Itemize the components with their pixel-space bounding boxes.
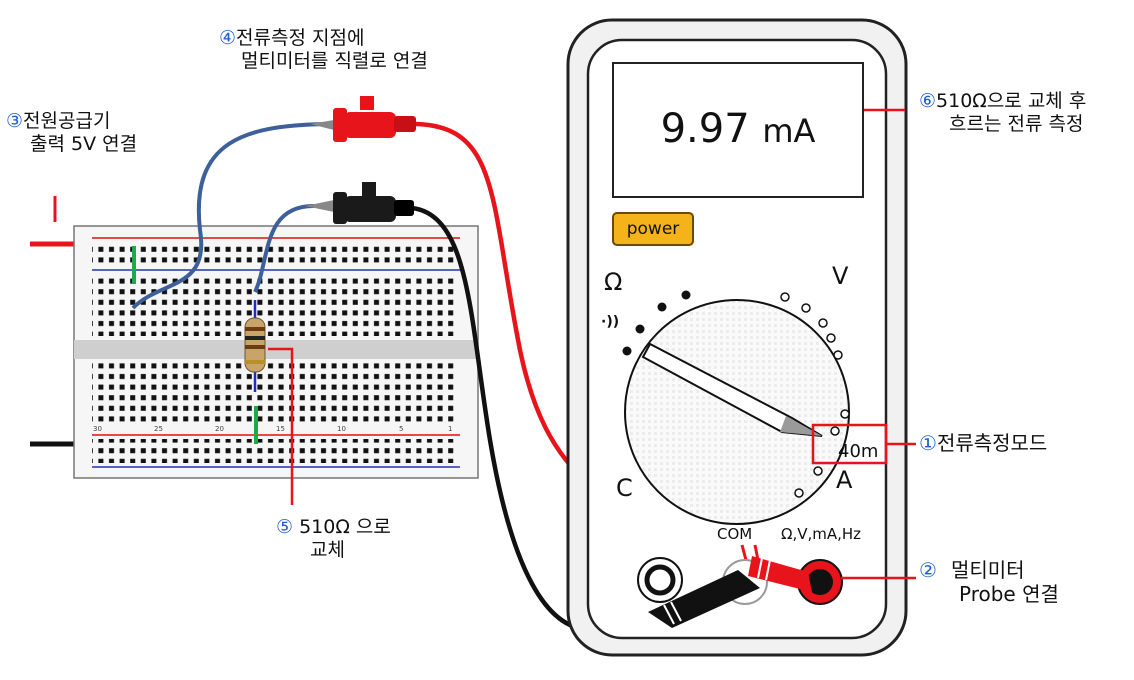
annotation-3-line2: 출력 5V 연결 — [30, 132, 138, 155]
buzzer-icon: ·)) — [601, 314, 620, 330]
svg-text:5: 5 — [399, 425, 403, 433]
dial-label-capacitance: C — [616, 474, 633, 502]
annotation-6-line1: 510Ω으로 교체 후 — [936, 90, 1087, 112]
svg-text:25: 25 — [154, 425, 163, 433]
svg-text:10: 10 — [337, 425, 346, 433]
annotation-2-line1: 멀티미터 — [950, 558, 1025, 582]
annotation-4: ④전류측정 지점에 멀티미터를 직렬로 연결 — [219, 27, 428, 73]
jack-unused — [637, 557, 683, 603]
annotation-6-line2: 흐르는 전류 측정 — [949, 112, 1084, 135]
jack-label-com: COM — [717, 525, 753, 543]
red-probe-clip — [310, 96, 416, 142]
annotation-4-number: ④ — [219, 27, 237, 49]
svg-text:30: 30 — [93, 425, 102, 433]
annotation-1-number: ① — [919, 431, 937, 455]
annotation-5: ⑤ 510Ω 으로 교체 — [276, 516, 391, 562]
annotation-3: ③전원공급기 출력 5V 연결 — [6, 110, 137, 156]
dial-label-volt: V — [832, 262, 849, 290]
annotation-1: ①전류측정모드 — [919, 431, 1047, 455]
display-value: 9.97 — [660, 106, 750, 152]
resistor-510-ohm — [244, 317, 266, 373]
display-reading: 9.97 mA — [614, 106, 862, 152]
rotary-selector-dial[interactable] — [624, 299, 850, 525]
annotation-3-number: ③ — [6, 110, 24, 132]
annotation-6: ⑥510Ω으로 교체 후 흐르는 전류 측정 — [919, 90, 1086, 136]
annotation-2-line2: Probe 연결 — [959, 582, 1059, 606]
annotation-6-number: ⑥ — [919, 90, 937, 112]
annotation-1-text: 전류측정모드 — [936, 431, 1048, 455]
annotation-5-line1: 510Ω 으로 — [299, 516, 391, 538]
annotation-5-number: ⑤ — [276, 516, 294, 538]
dial-label-ohm: Ω — [604, 268, 623, 296]
lcd-display: 9.97 mA — [612, 62, 864, 198]
annotation-3-line1: 전원공급기 — [23, 110, 111, 132]
annotation-2-number: ② — [919, 558, 937, 582]
svg-text:15: 15 — [276, 425, 285, 433]
svg-text:20: 20 — [215, 425, 224, 433]
svg-text:1: 1 — [448, 425, 452, 433]
jack-label-input: Ω,V,mA,Hz — [781, 525, 862, 543]
annotation-2: ② 멀티미터 Probe 연결 — [919, 558, 1059, 606]
power-button[interactable]: power — [612, 212, 694, 246]
dial-label-amp: A — [836, 466, 853, 494]
annotation-4-line1: 전류측정 지점에 — [236, 27, 365, 49]
selected-range-label: 40m — [838, 441, 879, 462]
black-probe-clip — [305, 182, 414, 224]
display-unit: mA — [762, 112, 816, 150]
annotation-5-line2: 교체 — [310, 538, 345, 561]
annotation-4-line2: 멀티미터를 직렬로 연결 — [241, 49, 428, 72]
